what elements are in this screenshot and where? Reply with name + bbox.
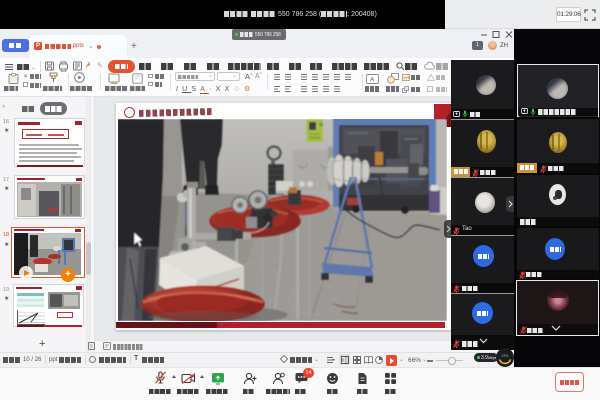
- svg-text:A: A: [370, 76, 375, 83]
- svg-text:0F5: 0F5: [502, 353, 510, 358]
